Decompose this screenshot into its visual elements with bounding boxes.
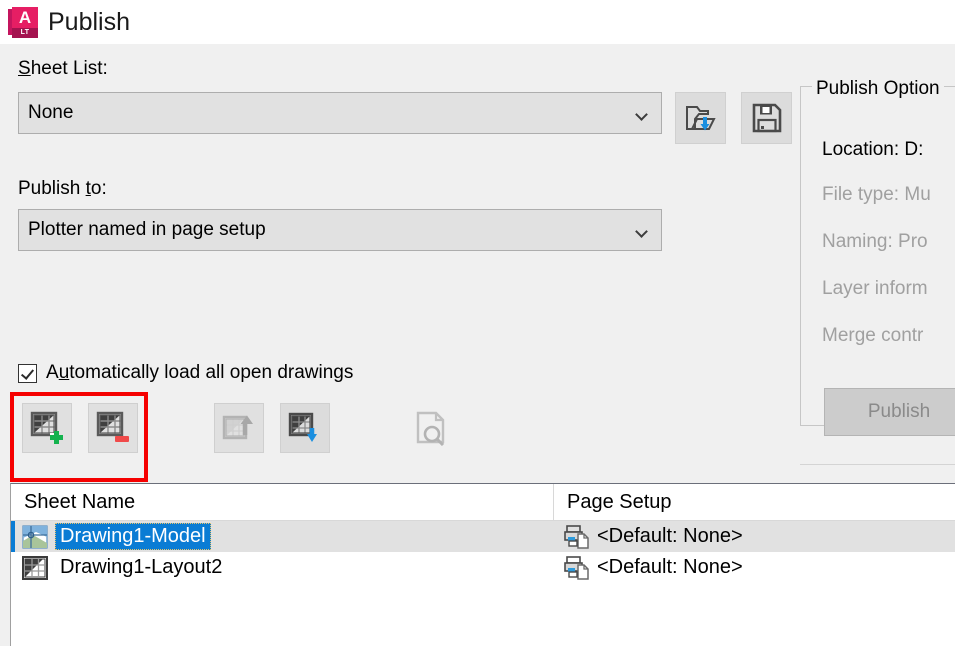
- chevron-down-icon[interactable]: [621, 110, 661, 117]
- move-sheet-down-button[interactable]: [280, 403, 330, 453]
- sheet-list-value: None: [19, 102, 621, 124]
- save-sheet-list-button[interactable]: [741, 92, 792, 144]
- column-header-page-setup[interactable]: Page Setup: [553, 484, 955, 520]
- table-header-row: Sheet Name Page Setup: [11, 484, 955, 521]
- page-setup-printer-icon: [564, 524, 590, 550]
- page-setup-text: <Default: None>: [597, 525, 743, 548]
- page-setup-printer-icon: [564, 555, 590, 581]
- publish-dialog: A LT Publish Sheet List: None: [0, 0, 955, 646]
- sheet-name-text: Drawing1-Layout2: [55, 554, 227, 581]
- table-row[interactable]: Drawing1-Layout2 <Default: None>: [11, 552, 955, 583]
- app-icon-letter: A: [12, 6, 38, 29]
- preview-magnifier-icon: [414, 410, 452, 446]
- chevron-down-icon[interactable]: [621, 227, 661, 234]
- publish-options-line-merge: Merge contr: [822, 325, 923, 347]
- cell-sheet-name[interactable]: Drawing1-Layout2: [11, 552, 553, 583]
- publish-options-button[interactable]: Publish: [824, 388, 955, 436]
- publish-to-label: Publish to:: [18, 178, 107, 200]
- load-sheet-list-button[interactable]: [675, 92, 726, 144]
- auto-load-label: Automatically load all open drawings: [46, 362, 353, 384]
- table-row[interactable]: Drawing1-Model <Def: [11, 521, 955, 552]
- layout-icon: [22, 555, 48, 581]
- preview-button[interactable]: [406, 403, 460, 453]
- sheet-list-label: Sheet List:: [18, 58, 108, 80]
- options-divider: [800, 464, 955, 465]
- move-up-icon: [221, 411, 257, 445]
- remove-sheet-icon: [95, 411, 131, 445]
- title-bar: A LT Publish: [0, 0, 955, 44]
- add-sheet-icon: [29, 411, 65, 445]
- page-setup-text: <Default: None>: [597, 556, 743, 579]
- auto-load-checkbox-row[interactable]: Automatically load all open drawings: [18, 362, 353, 384]
- floppy-save-icon: [752, 103, 782, 133]
- publish-options-line-layer: Layer inform: [822, 278, 928, 300]
- autocad-lt-icon: A LT: [8, 7, 38, 37]
- dialog-body: Sheet List: None: [0, 44, 955, 646]
- cell-page-setup[interactable]: <Default: None>: [553, 521, 743, 552]
- publish-options-line-filetype: File type: Mu: [822, 184, 931, 206]
- app-icon-sub-label: LT: [12, 28, 38, 38]
- publish-options-line-location: Location: D:: [822, 139, 923, 161]
- move-sheet-up-button[interactable]: [214, 403, 264, 453]
- publish-options-line-naming: Naming: Pro: [822, 231, 928, 253]
- add-sheets-button[interactable]: [22, 403, 72, 453]
- auto-load-checkbox[interactable]: [18, 364, 37, 383]
- publish-to-value: Plotter named in page setup: [19, 219, 621, 241]
- sheet-list-combo[interactable]: None: [18, 92, 662, 134]
- publish-to-combo[interactable]: Plotter named in page setup: [18, 209, 662, 251]
- model-space-icon: [22, 524, 48, 550]
- sheet-list-table: Sheet Name Page Setup: [10, 483, 955, 646]
- window-title: Publish: [48, 7, 130, 37]
- column-header-sheet-name[interactable]: Sheet Name: [11, 484, 553, 520]
- move-down-icon: [287, 411, 323, 445]
- cell-sheet-name[interactable]: Drawing1-Model: [11, 521, 553, 552]
- publish-options-title: Publish Option: [812, 78, 944, 100]
- row-selection-bar: [11, 521, 15, 552]
- remove-sheets-button[interactable]: [88, 403, 138, 453]
- publish-options-group: [800, 86, 955, 426]
- cell-page-setup[interactable]: <Default: None>: [553, 552, 743, 583]
- sheet-name-text: Drawing1-Model: [55, 523, 211, 550]
- folder-download-icon: [685, 103, 717, 133]
